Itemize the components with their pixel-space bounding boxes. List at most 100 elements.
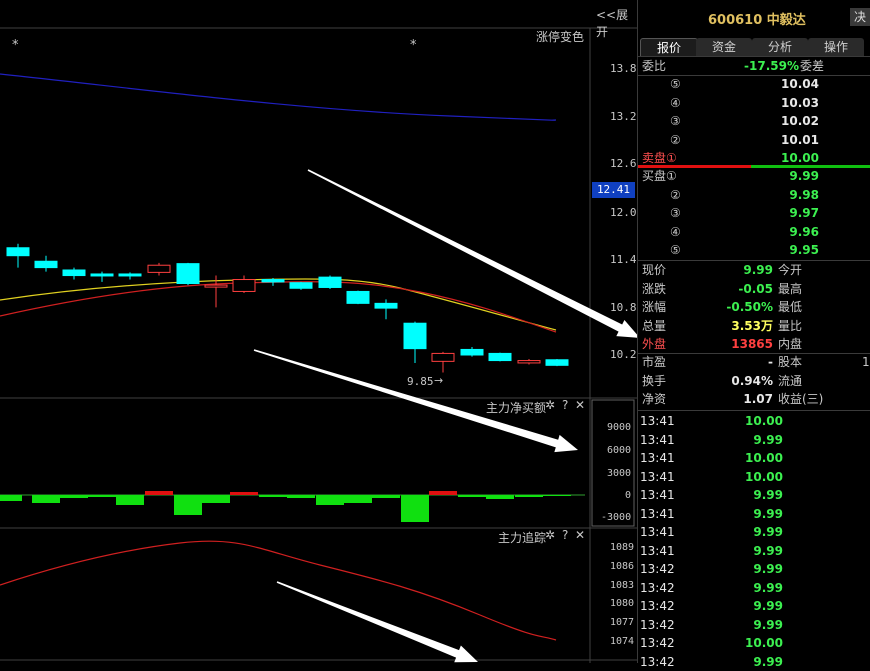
- stat-extra-label: 最低: [778, 300, 803, 314]
- candle-down: [346, 290, 370, 304]
- stat-value: 13865: [731, 337, 773, 351]
- flow-tick: 3000: [607, 468, 632, 479]
- chart-area[interactable]: <<展开 * * 涨停变色 13.8 13.2 12.6 12.41 12.0 …: [0, 0, 640, 663]
- track-tick: 1077: [610, 617, 635, 628]
- buy-order-row: ⑤ 9.95: [638, 241, 870, 259]
- stat-row: 净资 1.07 收益(三): [638, 390, 870, 408]
- flow-tick: -3000: [601, 512, 632, 523]
- buy-level-label: 买盘①: [642, 169, 677, 183]
- arrow-to-quote-panel: [307, 169, 640, 338]
- tick-row: 13:41 9.99: [638, 431, 870, 449]
- candle-down: [34, 260, 58, 269]
- track-red-line: [0, 540, 557, 641]
- stat-label: 市盈: [642, 355, 667, 369]
- tick-row: 13:42 9.99: [638, 560, 870, 578]
- candle-down: [488, 352, 512, 362]
- tick-time: 13:42: [640, 636, 675, 650]
- stat-extra-label: 量比: [778, 318, 803, 333]
- buy-order-row: ③ 9.97: [638, 204, 870, 222]
- sell-order-row: ② 10.01: [638, 131, 870, 149]
- weibi-label: 委比: [642, 59, 667, 73]
- decision-button[interactable]: 决: [850, 8, 870, 26]
- track-tick: 1086: [610, 561, 635, 572]
- stat-value: -0.50%: [726, 300, 773, 314]
- annotation-arrows: [253, 169, 640, 663]
- flow-tick: 6000: [607, 445, 632, 456]
- tick-price: 9.99: [753, 562, 783, 576]
- buy-level-label: ②: [670, 187, 681, 202]
- track-help-icon[interactable]: ?: [562, 528, 568, 542]
- buy-level-label: ③: [670, 206, 681, 220]
- price-tick: 12.6: [610, 157, 637, 170]
- tick-row: 13:41 10.00: [638, 468, 870, 486]
- tick-row: 13:41 9.99: [638, 523, 870, 541]
- tick-time: 13:42: [640, 599, 675, 613]
- track-tick: 1083: [610, 580, 635, 591]
- tick-time: 13:41: [640, 414, 675, 428]
- tick-row: 13:41 9.99: [638, 505, 870, 523]
- flow-settings-gear-icon[interactable]: ✲: [545, 398, 555, 412]
- tick-time: 13:41: [640, 543, 675, 558]
- tick-price: 9.99: [753, 432, 783, 447]
- kline-chart-svg[interactable]: [0, 0, 640, 663]
- tick-row: 13:41 10.00: [638, 412, 870, 430]
- candle-down: [6, 247, 30, 257]
- candle-up: [431, 352, 455, 362]
- quote-panel: 600610 中毅达 决 报价 资金 分析 操作 委比 -17.59% 委差 ⑤…: [637, 0, 870, 669]
- current-price-marker: 12.41: [592, 182, 635, 198]
- sell-level-label: ③: [670, 114, 681, 128]
- stat-row: 换手 0.94% 流通: [638, 372, 870, 390]
- tab-operation[interactable]: 操作: [808, 38, 864, 56]
- stat-tail: 1: [862, 355, 870, 369]
- sell-price: 10.04: [781, 77, 819, 91]
- stat-row: 现价 9.99 今开: [638, 261, 870, 279]
- flow-bar-negative: [60, 495, 88, 498]
- track-close-icon[interactable]: ✕: [575, 528, 585, 542]
- flow-bar-negative: [0, 495, 22, 501]
- buy-price: 9.96: [789, 224, 819, 239]
- candle-down: [62, 269, 86, 277]
- tab-quote[interactable]: 报价: [640, 38, 698, 57]
- stat-label: 涨跌: [642, 281, 667, 296]
- expand-button[interactable]: <<展开: [596, 6, 637, 40]
- tick-time: 13:41: [640, 488, 675, 502]
- low-arrow-icon: →: [434, 374, 444, 387]
- buy-order-row: ② 9.98: [638, 186, 870, 204]
- flow-close-icon[interactable]: ✕: [575, 398, 585, 412]
- track-tick: 1080: [610, 598, 635, 609]
- tick-row: 13:42 9.99: [638, 579, 870, 597]
- flow-panel-title: 主力净买额: [486, 401, 547, 415]
- tick-price: 9.99: [753, 580, 783, 595]
- tick-row: 13:42 9.99: [638, 653, 870, 671]
- sell-price: 10.01: [781, 132, 819, 147]
- flow-bar-positive: [429, 491, 457, 495]
- tick-time: 13:42: [640, 562, 675, 576]
- tick-time: 13:41: [640, 451, 675, 465]
- flow-help-icon[interactable]: ?: [562, 398, 568, 412]
- tick-price: 10.00: [745, 451, 783, 465]
- stat-row: 总量 3.53万 量比: [638, 317, 870, 335]
- buy-level-label: ⑤: [670, 243, 681, 257]
- flow-bar-negative: [543, 495, 571, 496]
- price-tick: 13.2: [610, 110, 637, 123]
- buy-order-row: ④ 9.96: [638, 223, 870, 241]
- stock-header: 600610 中毅达: [708, 13, 806, 28]
- marker-asterisk-mid: *: [410, 38, 417, 53]
- track-settings-gear-icon[interactable]: ✲: [545, 528, 555, 542]
- tab-analysis[interactable]: 分析: [752, 38, 808, 56]
- tick-time: 13:42: [640, 617, 675, 632]
- tab-funds[interactable]: 资金: [696, 38, 752, 56]
- low-price-label: 9.85: [407, 375, 434, 388]
- limit-color-toggle[interactable]: 涨停变色: [536, 28, 584, 45]
- flow-bar-negative: [88, 495, 116, 497]
- arrow-to-track-panel: [276, 581, 478, 663]
- stat-row: 涨幅 -0.50% 最低: [638, 298, 870, 316]
- stat-extra-label: 今开: [778, 263, 803, 277]
- tick-price: 9.99: [753, 488, 783, 502]
- buy-order-row: 买盘① 9.99: [638, 167, 870, 185]
- flow-bars: [0, 491, 585, 522]
- tick-row: 13:41 10.00: [638, 449, 870, 467]
- flow-tick: 0: [625, 490, 632, 501]
- stat-row: 市盈 - 股本 1: [638, 353, 870, 371]
- candle-up: [204, 284, 228, 288]
